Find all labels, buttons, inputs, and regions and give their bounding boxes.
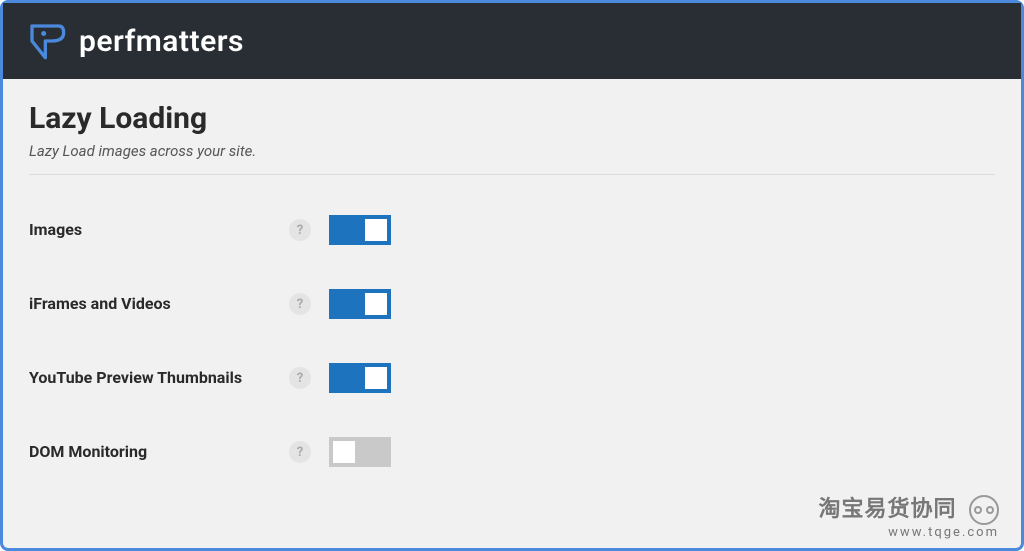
toggle-knob — [333, 441, 355, 463]
setting-label: Images — [29, 219, 289, 241]
setting-label: iFrames and Videos — [29, 293, 289, 315]
settings-rows: Images ? iFrames and Videos ? YouTube Pr… — [29, 193, 995, 489]
toggle-youtube-thumbnails[interactable] — [329, 363, 391, 393]
section-description: Lazy Load images across your site. — [29, 142, 995, 175]
setting-row-iframes-videos: iFrames and Videos ? — [29, 267, 995, 341]
settings-panel: Lazy Loading Lazy Load images across you… — [3, 79, 1021, 548]
section-title: Lazy Loading — [29, 101, 995, 136]
app-header: perfmatters — [3, 3, 1021, 79]
toggle-iframes-videos[interactable] — [329, 289, 391, 319]
perfmatters-logo-icon — [27, 21, 67, 61]
brand-name: perfmatters — [79, 24, 244, 59]
toggle-dom-monitoring[interactable] — [329, 437, 391, 467]
toggle-images[interactable] — [329, 215, 391, 245]
watermark-text-2: www.tqge.com — [819, 525, 999, 540]
toggle-knob — [365, 293, 387, 315]
glasses-icon — [969, 495, 999, 525]
help-icon[interactable]: ? — [289, 293, 311, 315]
watermark: 淘宝易货协同 www.tqge.com — [819, 491, 999, 540]
setting-label: DOM Monitoring — [29, 441, 289, 463]
help-icon[interactable]: ? — [289, 219, 311, 241]
setting-row-youtube-thumbnails: YouTube Preview Thumbnails ? — [29, 341, 995, 415]
setting-row-dom-monitoring: DOM Monitoring ? — [29, 415, 995, 489]
toggle-knob — [365, 367, 387, 389]
app-frame: perfmatters Lazy Loading Lazy Load image… — [0, 0, 1024, 551]
setting-label: YouTube Preview Thumbnails — [29, 367, 289, 389]
help-icon[interactable]: ? — [289, 367, 311, 389]
setting-row-images: Images ? — [29, 193, 995, 267]
toggle-knob — [365, 219, 387, 241]
watermark-text-1: 淘宝易货协同 — [819, 497, 957, 522]
help-icon[interactable]: ? — [289, 441, 311, 463]
